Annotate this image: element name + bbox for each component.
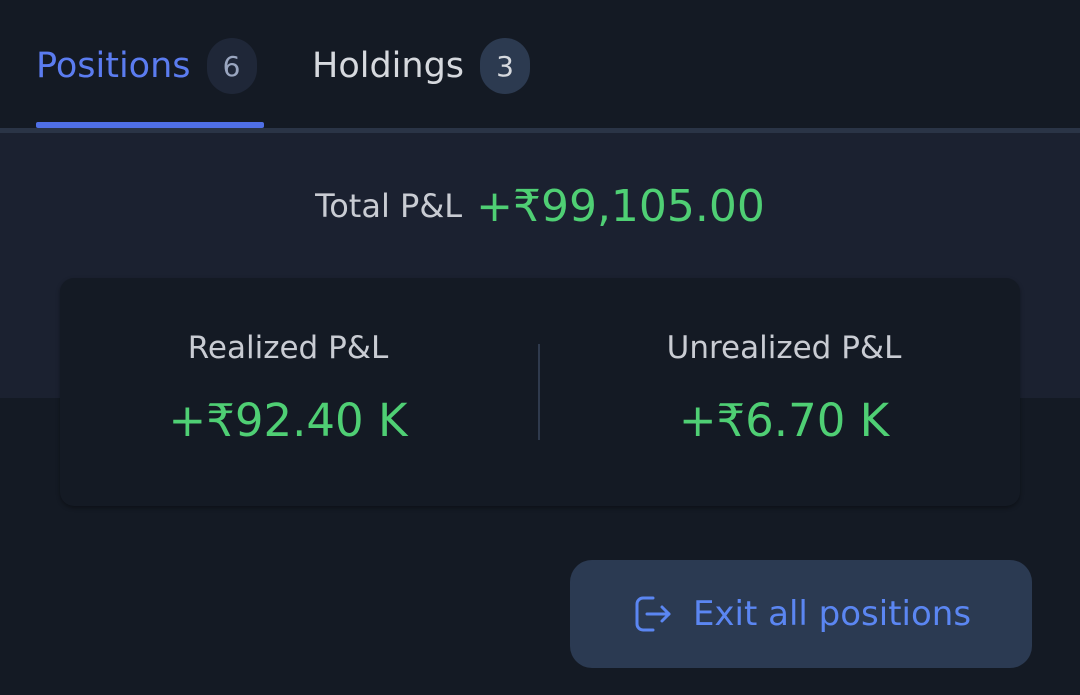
tab-holdings-label: Holdings — [312, 46, 465, 86]
exit-icon — [631, 592, 675, 636]
unrealized-pnl-section: Unrealized P&L +₹6.70 K — [540, 278, 1020, 506]
tab-positions-count-badge: 6 — [206, 38, 257, 94]
tab-holdings[interactable]: Holdings 3 — [312, 36, 531, 96]
total-pnl-label: Total P&L — [315, 187, 463, 225]
realized-pnl-section: Realized P&L +₹92.40 K — [60, 278, 540, 506]
total-pnl-row: Total P&L +₹99,105.00 — [0, 176, 1080, 236]
exit-all-positions-label: Exit all positions — [692, 594, 972, 634]
realized-pnl-value: +₹92.40 K — [168, 394, 408, 447]
unrealized-pnl-value: +₹6.70 K — [678, 394, 890, 447]
pnl-breakdown-card: Realized P&L +₹92.40 K Unrealized P&L +₹… — [60, 278, 1020, 506]
tab-holdings-count-badge: 3 — [480, 38, 531, 94]
tab-positions[interactable]: Positions 6 — [36, 36, 257, 96]
total-pnl-value: +₹99,105.00 — [476, 180, 765, 232]
exit-all-positions-button[interactable]: Exit all positions — [570, 560, 1032, 668]
unrealized-pnl-label: Unrealized P&L — [666, 330, 902, 366]
tab-positions-label: Positions — [36, 46, 191, 86]
tab-bar: Positions 6 Holdings 3 — [0, 0, 1080, 128]
realized-pnl-label: Realized P&L — [187, 330, 389, 366]
